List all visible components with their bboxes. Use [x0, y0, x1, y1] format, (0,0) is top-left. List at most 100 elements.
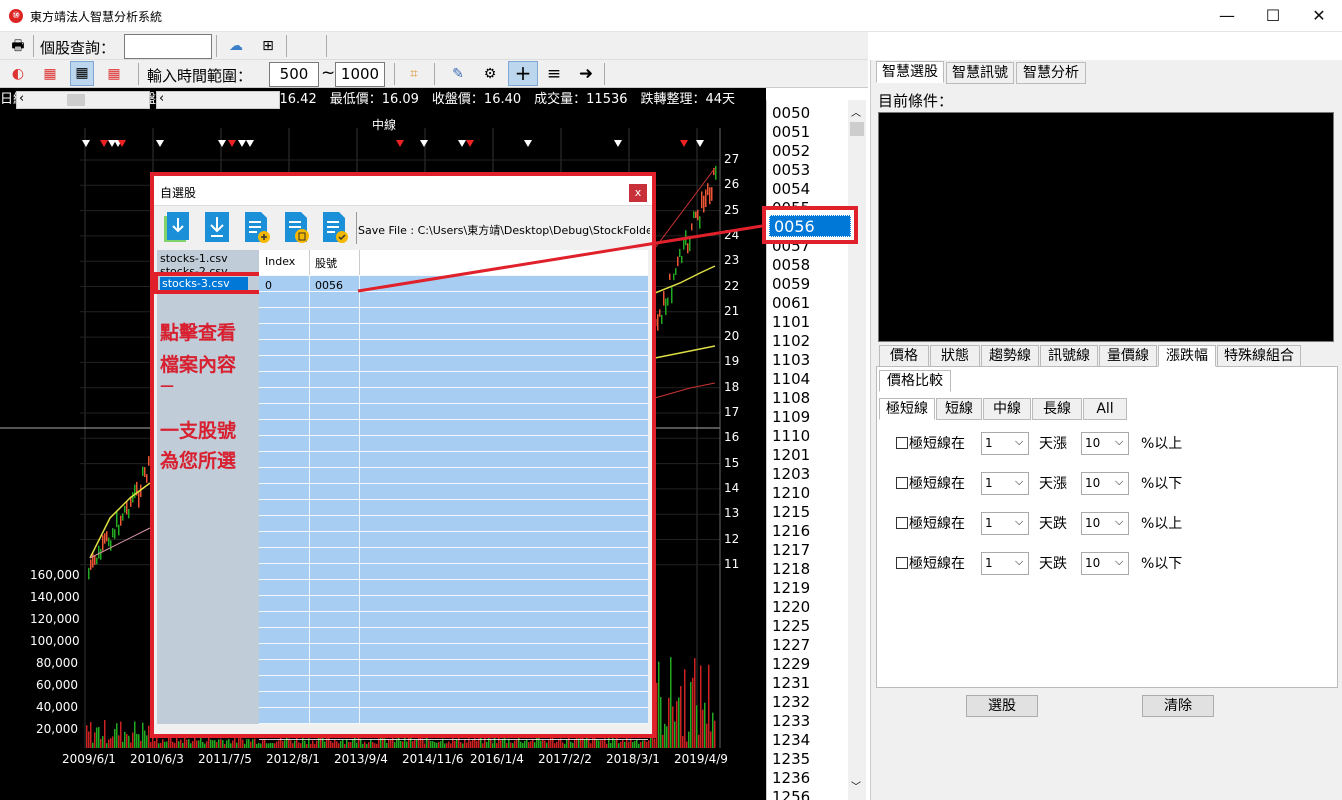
stock-list-item[interactable]: 0059	[772, 275, 810, 294]
condition-checkbox[interactable]	[896, 437, 908, 449]
sub-tab[interactable]: 量價線	[1099, 345, 1157, 367]
chevron-down-icon[interactable]: ⌵	[1115, 475, 1123, 489]
half-circle-icon[interactable]: ◐	[6, 63, 30, 85]
calendar-week-icon[interactable]: ▦	[70, 61, 94, 86]
stock-list-item[interactable]: 1220	[772, 598, 810, 617]
sub-tab[interactable]: 漲跌幅	[1158, 345, 1216, 367]
stock-list-item[interactable]: 1102	[772, 332, 810, 351]
crosshair-icon[interactable]: +	[508, 61, 538, 86]
selected-file-item[interactable]: stocks-3.csv	[160, 277, 248, 290]
select-stock-button[interactable]: 選股	[966, 695, 1038, 717]
chevron-down-icon[interactable]: ⌵	[1115, 435, 1123, 449]
stock-list-item[interactable]: 0054	[772, 180, 810, 199]
tab-smart-pick[interactable]: 智慧選股	[876, 61, 944, 83]
stock-list-item[interactable]: 1217	[772, 541, 810, 560]
clear-button[interactable]: 清除	[1142, 695, 1214, 717]
grid-header-index[interactable]: Index	[265, 255, 295, 268]
stock-list-item[interactable]: 1231	[772, 674, 810, 693]
stock-grid[interactable]: Index 股號 0 0056	[259, 250, 648, 740]
stock-list-item[interactable]: 1108	[772, 389, 810, 408]
stock-list-item[interactable]: 1101	[772, 313, 810, 332]
tab-smart-signal[interactable]: 智慧訊號	[946, 62, 1014, 84]
close-icon[interactable]: ✕	[1296, 0, 1342, 32]
stock-list-item[interactable]: 0061	[772, 294, 810, 313]
download-icon[interactable]	[202, 210, 232, 244]
chevron-down-icon[interactable]: ⌵	[1015, 475, 1023, 489]
price-tick-label: 12	[724, 531, 740, 546]
grid-header-stock[interactable]: 股號	[315, 255, 337, 271]
stock-list-item[interactable]: 0053	[772, 161, 810, 180]
stock-list-item[interactable]: 1216	[772, 522, 810, 541]
file-item[interactable]: stocks-1.csv	[160, 252, 228, 265]
stock-list-item[interactable]: 1104	[772, 370, 810, 389]
stock-list-item[interactable]: 1236	[772, 769, 810, 788]
minimize-icon[interactable]: —	[1204, 0, 1250, 32]
tab-price-compare[interactable]: 價格比較	[879, 370, 951, 392]
chevron-down-icon[interactable]: ⌵	[1015, 435, 1023, 449]
chart-hscroll-2[interactable]: ‹	[156, 91, 280, 109]
chevron-down-icon[interactable]: ⌵	[1115, 555, 1123, 569]
stock-list-item[interactable]: 1219	[772, 579, 810, 598]
folder-open-icon[interactable]	[162, 210, 192, 244]
stock-list-item[interactable]: 1210	[772, 484, 810, 503]
stock-list-item[interactable]: 1109	[772, 408, 810, 427]
stock-list-item[interactable]: 1215	[772, 503, 810, 522]
print-icon[interactable]: 🖶	[6, 35, 30, 57]
stock-list-scrollbar[interactable]: ︿ ﹀	[848, 100, 866, 800]
sub-tab[interactable]: 特殊線組合	[1217, 345, 1301, 367]
sub-tab[interactable]: 狀態	[930, 345, 980, 367]
term-tab[interactable]: 短線	[936, 398, 982, 420]
file-delete-icon[interactable]	[282, 210, 312, 244]
chevron-down-icon[interactable]: ⌵	[1015, 555, 1023, 569]
arrow-right-icon[interactable]: ➜	[574, 63, 598, 85]
stock-list-item[interactable]: 0052	[772, 142, 810, 161]
chevron-down-icon[interactable]: ⌵	[1015, 515, 1023, 529]
stock-list-item[interactable]: 1233	[772, 712, 810, 731]
stock-list-item[interactable]: 0058	[772, 256, 810, 275]
maximize-icon[interactable]: ☐	[1250, 0, 1296, 32]
tool-icon[interactable]: ⚙	[478, 63, 502, 85]
stock-list-item[interactable]: 1225	[772, 617, 810, 636]
calendar-day-icon[interactable]: ▦	[38, 63, 62, 85]
stock-list-item[interactable]: 1256	[772, 788, 810, 800]
grid-row-line	[259, 307, 648, 308]
tree-structure-icon[interactable]: ⊞	[256, 35, 280, 57]
condition-checkbox[interactable]	[896, 517, 908, 529]
stock-list-item[interactable]: 1227	[772, 636, 810, 655]
sub-tab[interactable]: 趨勢線	[981, 345, 1039, 367]
condition-checkbox[interactable]	[896, 477, 908, 489]
dialog-close-button[interactable]: x	[629, 184, 647, 202]
condition-checkbox[interactable]	[896, 557, 908, 569]
cloud-download-icon[interactable]: ☁	[224, 35, 248, 57]
stock-list-item[interactable]: 1103	[772, 351, 810, 370]
pin-icon[interactable]: ✎	[446, 63, 470, 85]
file-add-icon[interactable]	[242, 210, 272, 244]
term-tab[interactable]: 中線	[983, 398, 1031, 420]
chart-hscroll-1[interactable]: ‹	[16, 91, 150, 109]
range-to-input[interactable]: 1000	[335, 62, 385, 87]
sub-tab[interactable]: 價格	[879, 345, 929, 367]
stock-list-item[interactable]: 0051	[772, 123, 810, 142]
menu-lines-icon[interactable]: ≡	[542, 63, 566, 85]
term-tab[interactable]: 長線	[1032, 398, 1082, 420]
stock-list-item[interactable]: 1218	[772, 560, 810, 579]
stock-list-item[interactable]: 1110	[772, 427, 810, 446]
stock-list-item[interactable]: 1229	[772, 655, 810, 674]
selected-stock-item[interactable]: 0056	[769, 215, 851, 237]
range-from-input[interactable]: 500	[269, 62, 319, 87]
tab-smart-analysis[interactable]: 智慧分析	[1016, 62, 1086, 84]
chart-line-icon[interactable]: ⌗	[402, 63, 426, 85]
stock-list-item[interactable]: 0050	[772, 104, 810, 123]
file-check-icon[interactable]	[320, 210, 350, 244]
stock-list-item[interactable]: 1201	[772, 446, 810, 465]
sub-tab[interactable]: 訊號線	[1040, 345, 1098, 367]
stock-list-item[interactable]: 1235	[772, 750, 810, 769]
stock-list-item[interactable]: 1203	[772, 465, 810, 484]
stock-list-item[interactable]: 1234	[772, 731, 810, 750]
stock-search-input[interactable]	[124, 34, 212, 59]
term-tab[interactable]: All	[1083, 398, 1127, 420]
term-tab[interactable]: 極短線	[879, 398, 935, 420]
calendar-month-icon[interactable]: ▦	[102, 63, 126, 85]
stock-list-item[interactable]: 1232	[772, 693, 810, 712]
chevron-down-icon[interactable]: ⌵	[1115, 515, 1123, 529]
